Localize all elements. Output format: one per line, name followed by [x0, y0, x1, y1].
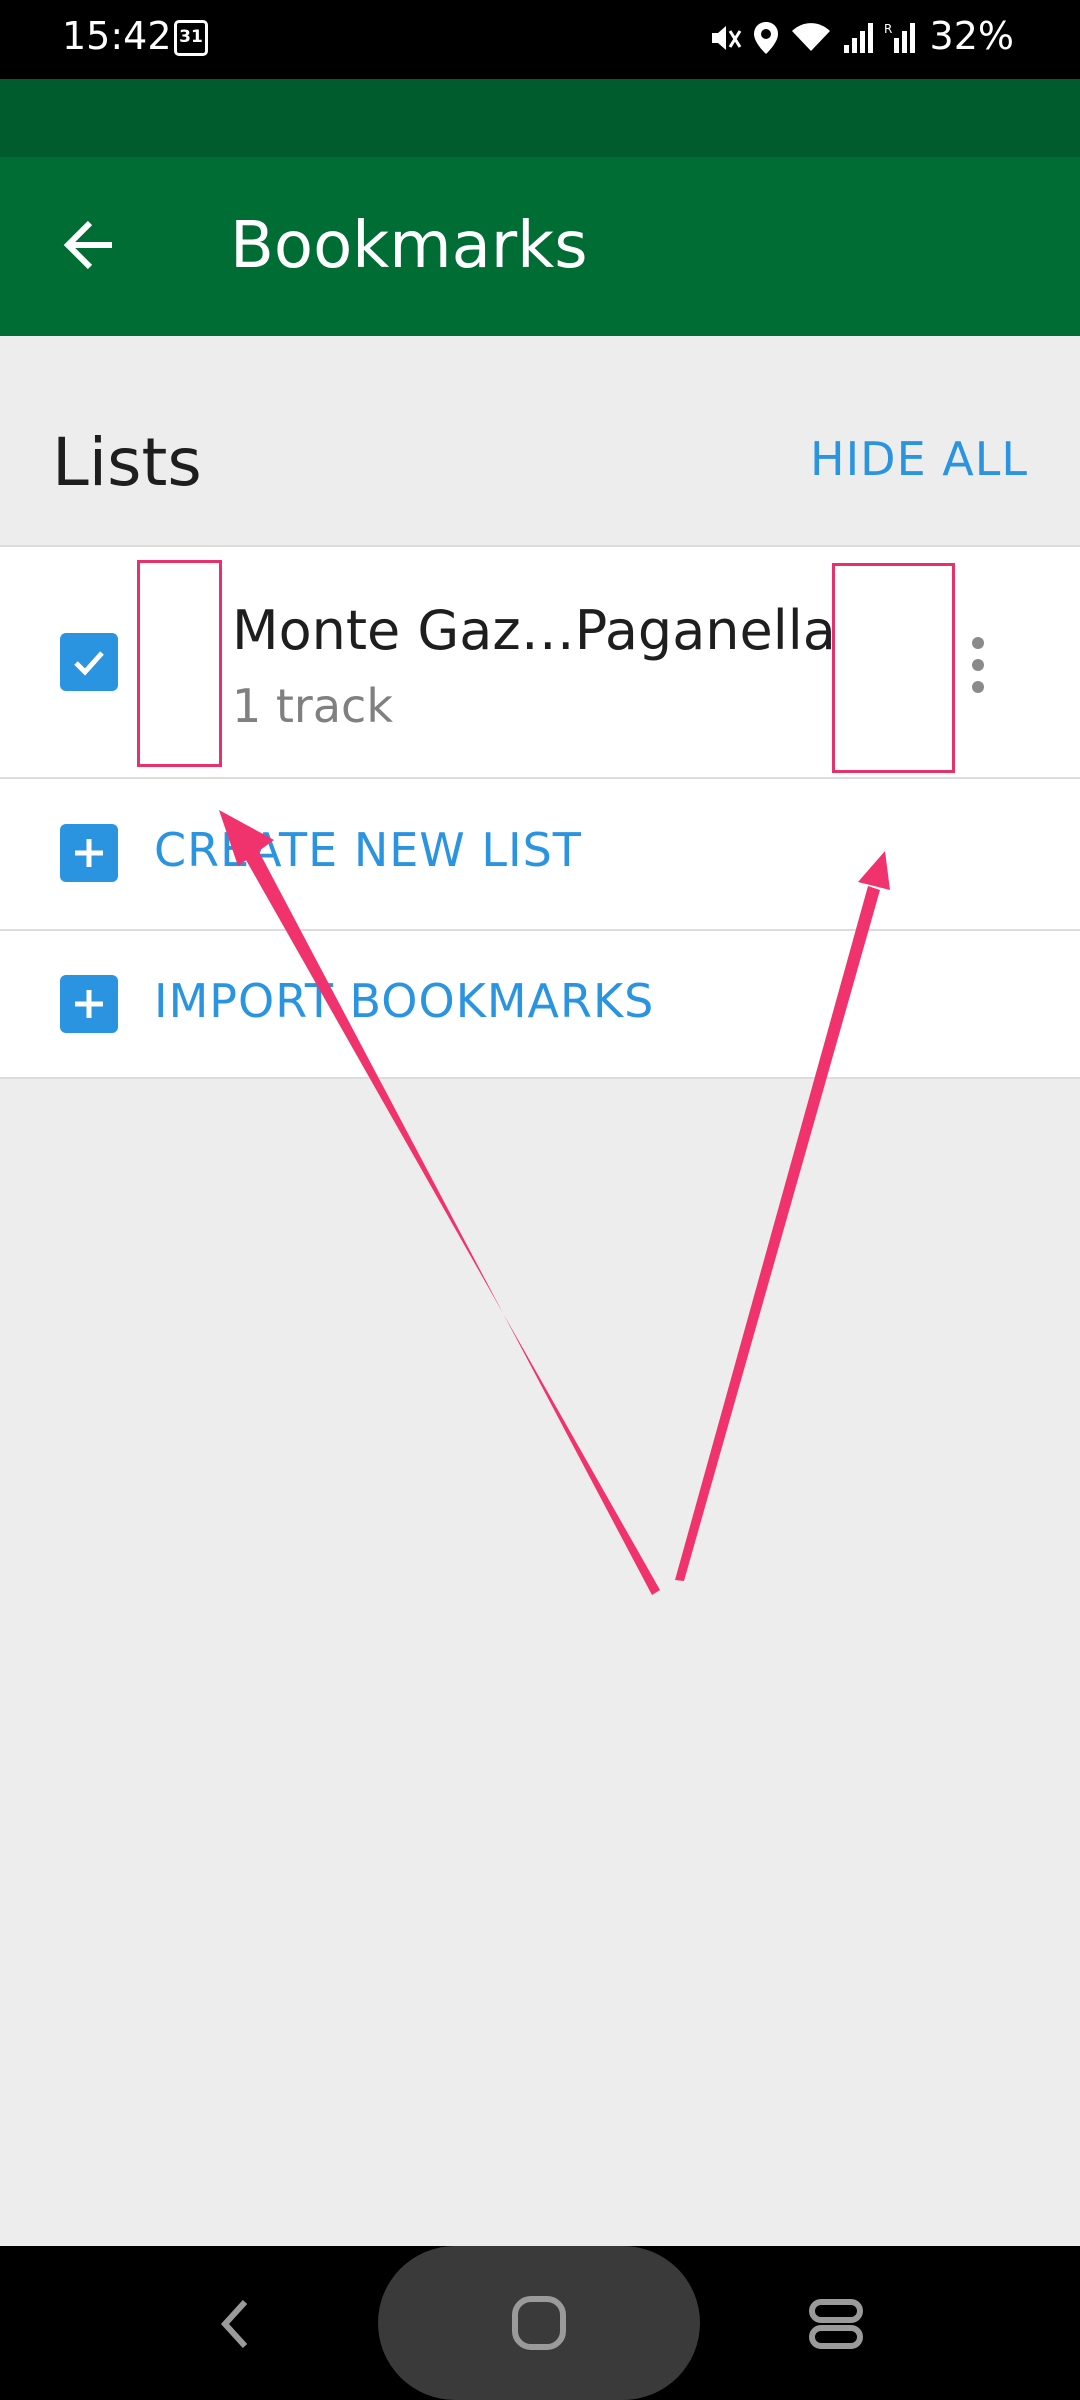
signal-icon — [844, 23, 873, 53]
import-bookmarks-button[interactable]: IMPORT BOOKMARKS — [0, 929, 1080, 1079]
back-arrow-icon — [63, 220, 112, 270]
back-button[interactable] — [54, 209, 126, 281]
app-top-strip — [0, 79, 1080, 157]
navigation-bar — [0, 2246, 1080, 2400]
svg-text:R: R — [884, 22, 892, 36]
create-new-list-label: CREATE NEW LIST — [154, 823, 582, 877]
nav-back-icon — [220, 2299, 248, 2349]
toolbar: Bookmarks — [0, 157, 1080, 336]
hide-all-button[interactable]: HIDE ALL — [810, 432, 1028, 486]
lists-header: Lists HIDE ALL — [0, 336, 1080, 545]
list-name: Monte Gaz…Paganella — [232, 599, 836, 662]
plus-icon — [60, 824, 118, 882]
wifi-icon — [792, 23, 830, 51]
plus-icon — [60, 975, 118, 1033]
checkmark-icon — [74, 651, 104, 676]
status-icons: R — [708, 18, 926, 58]
lists-title: Lists — [52, 424, 202, 501]
calendar-icon: 31 — [174, 20, 208, 56]
nav-home-icon — [512, 2296, 566, 2350]
battery-percent: 32% — [929, 14, 1014, 58]
mute-icon — [712, 26, 742, 50]
calendar-day: 31 — [179, 27, 203, 47]
list-visibility-checkbox[interactable] — [60, 633, 118, 691]
status-bar: 15:42 31 R 32% — [0, 0, 1080, 79]
location-icon — [754, 22, 778, 54]
annotation-box-left — [137, 560, 222, 767]
nav-recents-icon — [809, 2299, 863, 2349]
status-time: 15:42 — [62, 14, 172, 58]
nav-recents-button[interactable] — [796, 2284, 876, 2364]
import-bookmarks-label: IMPORT BOOKMARKS — [154, 974, 655, 1028]
annotation-box-right — [832, 563, 955, 773]
page-title: Bookmarks — [230, 209, 588, 283]
list-track-count: 1 track — [232, 679, 393, 733]
nav-home-button[interactable] — [378, 2246, 700, 2400]
create-new-list-button[interactable]: CREATE NEW LIST — [0, 777, 1080, 929]
nav-back-button[interactable] — [196, 2284, 276, 2364]
more-vert-icon[interactable] — [960, 633, 996, 697]
signal-roaming-icon: R — [884, 22, 915, 53]
